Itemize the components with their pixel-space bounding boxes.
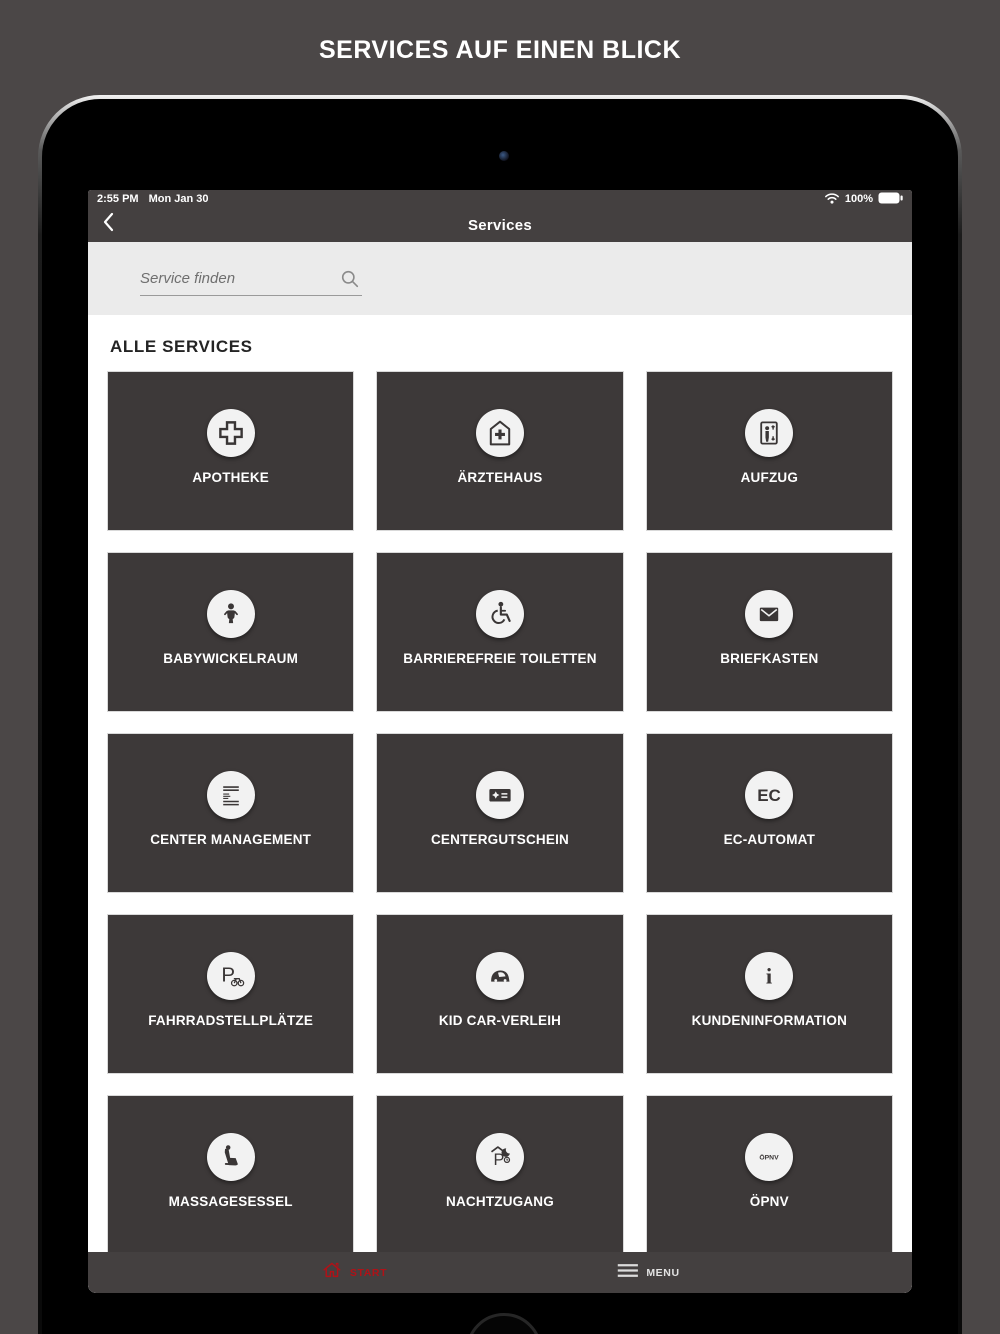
kid-car-icon	[475, 952, 524, 1000]
search-icon[interactable]	[340, 269, 360, 289]
service-tile-label: ÄRZTEHAUS	[457, 470, 543, 485]
info-icon: i	[745, 952, 794, 1000]
service-tile[interactable]: BRIEFKASTEN	[645, 552, 893, 712]
home-button	[466, 1313, 542, 1334]
service-tile[interactable]: i KUNDENINFORMATION	[645, 914, 893, 1074]
service-tile-label: KID CAR-VERLEIH	[438, 1013, 562, 1028]
baby-icon	[206, 590, 255, 638]
app-header: 2:55 PM Mon Jan 30 100% Services	[88, 190, 912, 242]
service-tile-label: MASSAGESESSEL	[168, 1194, 293, 1209]
status-date: Mon Jan 30	[148, 193, 209, 205]
document-lines-icon	[206, 771, 255, 819]
menu-label: MENU	[646, 1266, 680, 1279]
service-tile[interactable]: MASSAGESESSEL	[107, 1095, 355, 1255]
service-tile[interactable]: CENTERGUTSCHEIN	[376, 733, 624, 893]
tablet-bezel: 2:55 PM Mon Jan 30 100% Services Service…	[42, 99, 958, 1334]
night-parking-icon: P	[475, 1133, 524, 1181]
service-tile-label: BRIEFKASTEN	[720, 651, 819, 666]
service-tile[interactable]: P FAHRRADSTELLPLÄTZE	[107, 914, 355, 1074]
service-tile-label: BABYWICKELRAUM	[163, 651, 299, 666]
service-tile-label: KUNDENINFORMATION	[691, 1013, 848, 1028]
search-input[interactable]	[140, 262, 330, 295]
service-tile-label: NACHTZUGANG	[446, 1194, 554, 1209]
status-bar: 2:55 PM Mon Jan 30 100%	[88, 190, 912, 208]
massage-chair-icon	[206, 1133, 255, 1181]
voucher-card-icon	[475, 771, 524, 819]
wifi-icon	[824, 192, 840, 207]
service-tile[interactable]: P NACHTZUGANG	[376, 1095, 624, 1255]
service-tile-label: FAHRRADSTELLPLÄTZE	[148, 1013, 314, 1028]
section-title: ALLE SERVICES	[110, 337, 253, 356]
service-tile[interactable]: BARRIEREFREIE TOILETTEN	[376, 552, 624, 712]
medical-house-icon	[475, 409, 524, 457]
service-tile-label: CENTERGUTSCHEIN	[430, 832, 569, 847]
service-tile[interactable]: CENTER MANAGEMENT	[107, 733, 355, 893]
service-tile[interactable]: ÄRZTEHAUS	[376, 371, 624, 531]
start-button[interactable]: START	[321, 1252, 387, 1293]
tablet-frame: 2:55 PM Mon Jan 30 100% Services Service…	[38, 95, 962, 1334]
nav-bar: Services	[88, 208, 912, 242]
home-icon	[321, 1259, 343, 1286]
ec-logo-icon: EC	[745, 771, 794, 819]
envelope-icon	[745, 590, 794, 638]
service-tile-label: ÖPNV	[749, 1194, 789, 1209]
service-tile[interactable]: BABYWICKELRAUM	[107, 552, 355, 712]
start-label: START	[349, 1266, 388, 1279]
front-camera	[499, 151, 509, 161]
service-tile-label: CENTER MANAGEMENT	[150, 832, 312, 847]
svg-text:P: P	[221, 963, 235, 986]
opnv-icon: ÖPNV	[745, 1133, 794, 1181]
page-title: SERVICES AUF EINEN BLICK	[318, 36, 682, 64]
back-button[interactable]	[102, 211, 126, 237]
app-screen: 2:55 PM Mon Jan 30 100% Services Service…	[88, 190, 912, 1293]
services-grid: APOTHEKE ÄRZTEHAUS AUFZUG BABYWICKELRAUM…	[107, 371, 893, 1255]
menu-button[interactable]: MENU	[616, 1252, 679, 1293]
service-tile[interactable]: ÖPNV ÖPNV	[645, 1095, 893, 1255]
chevron-left-icon	[102, 212, 114, 237]
hamburger-icon	[616, 1263, 639, 1283]
wheelchair-icon	[475, 590, 524, 638]
svg-text:ÖPNV: ÖPNV	[760, 1153, 780, 1162]
service-tile[interactable]: APOTHEKE	[107, 371, 355, 531]
service-tile-label: AUFZUG	[740, 470, 799, 485]
bike-parking-icon: P	[206, 952, 255, 1000]
search-section	[88, 242, 912, 315]
service-tile-label: BARRIEREFREIE TOILETTEN	[403, 651, 597, 666]
battery-icon	[878, 192, 903, 207]
nav-title: Services	[467, 216, 533, 234]
service-tile[interactable]: KID CAR-VERLEIH	[376, 914, 624, 1074]
svg-text:EC: EC	[758, 786, 782, 805]
pharmacy-cross-icon	[206, 409, 255, 457]
elevator-icon	[745, 409, 794, 457]
bottom-bar: START MENU	[88, 1252, 912, 1293]
battery-percent: 100%	[844, 193, 873, 205]
service-tile-label: APOTHEKE	[192, 470, 269, 485]
service-tile-label: EC-AUTOMAT	[723, 832, 816, 847]
content-area: ALLE SERVICES APOTHEKE ÄRZTEHAUS AUFZUG …	[88, 315, 912, 1255]
service-tile[interactable]: AUFZUG	[645, 371, 893, 531]
service-tile[interactable]: EC EC-AUTOMAT	[645, 733, 893, 893]
svg-text:i: i	[766, 963, 772, 988]
status-time: 2:55 PM	[97, 193, 139, 205]
